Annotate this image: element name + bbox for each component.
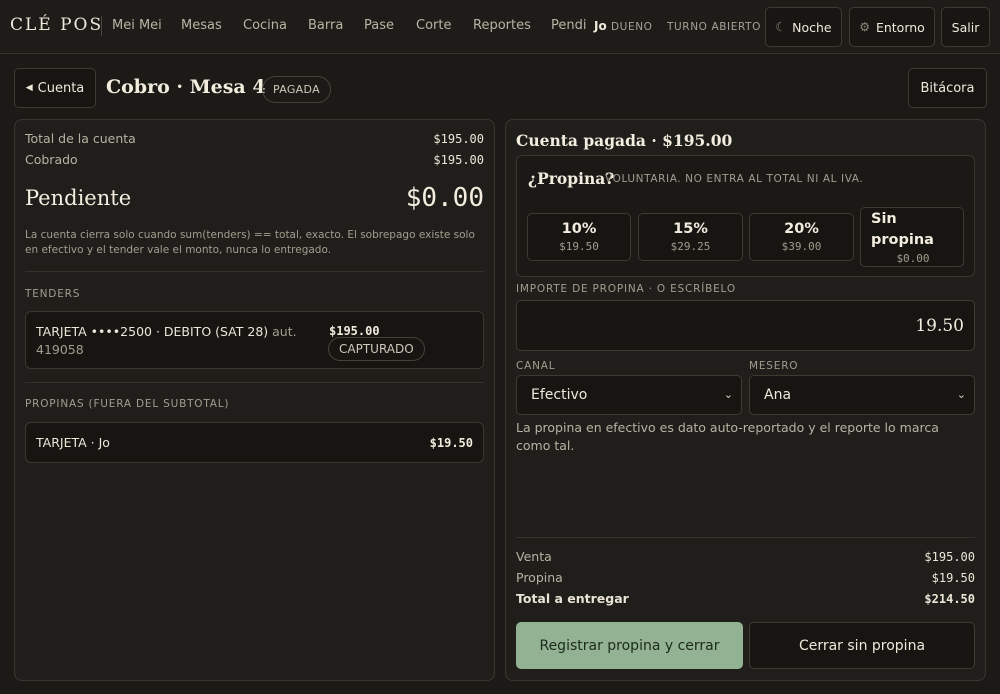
collected-label: Cobrado (25, 152, 78, 167)
tenders-section-label: TENDERS (25, 288, 81, 300)
tip-option-amount: $19.50 (559, 240, 599, 253)
tender-auth-label: aut. (272, 324, 297, 339)
brand-divider (101, 16, 102, 36)
cash-tip-note: La propina en efectivo es dato auto-repo… (516, 420, 939, 453)
tender-row[interactable]: TARJETA ••••2500 · DEBITO (SAT 28) aut. … (25, 311, 484, 369)
top-navigation-bar: CLÉ POS Mei Mei Mesas Cocina Barra Pase … (0, 0, 1000, 54)
tip-option-amount: $0.00 (896, 252, 930, 265)
nav-item-reportes[interactable]: Reportes (473, 18, 531, 33)
deliver-total-label: Total a entregar (516, 591, 629, 606)
log-button[interactable]: Bitácora (908, 68, 987, 108)
tip-question: ¿Propina? (528, 169, 615, 188)
status-badge: PAGADA (262, 76, 331, 103)
nav-item-barra[interactable]: Barra (308, 18, 343, 33)
theme-button-label: Noche (792, 19, 832, 35)
divider (25, 382, 484, 383)
user-name: Jo (594, 19, 607, 33)
tip-15-percent-button[interactable]: 15% $29.25 (638, 213, 743, 261)
page-title: Cobro · Mesa 4 (106, 76, 266, 98)
tip-option-label: Sin propina (871, 211, 934, 248)
environment-button[interactable]: ⚙ Entorno (849, 7, 935, 47)
gear-icon: ⚙ (859, 20, 870, 34)
channel-select[interactable]: Efectivo ⌄ (516, 375, 742, 415)
tender-status-badge: CAPTURADO (328, 337, 425, 361)
total-value: $195.00 (433, 132, 484, 146)
environment-button-label: Entorno (875, 19, 925, 35)
nav-item-pendientes[interactable]: Pendi (551, 18, 587, 33)
tip-summary-label: Propina (516, 570, 563, 585)
deliver-total-value: $214.50 (924, 592, 975, 606)
paid-title: Cuenta pagada · $195.00 (516, 131, 733, 150)
shift-status: TURNO ABIERTO (667, 21, 761, 33)
tip-10-percent-button[interactable]: 10% $19.50 (527, 213, 631, 261)
nav-item-corte[interactable]: Corte (416, 18, 451, 33)
tips-section-label: PROPINAS (FUERA DEL SUBTOTAL) (25, 398, 230, 410)
tender-description: TARJETA ••••2500 · DEBITO (SAT 28) (36, 324, 269, 339)
theme-toggle-button[interactable]: ☾ Noche (765, 7, 842, 47)
total-label: Total de la cuenta (25, 131, 136, 146)
close-rule-note: La cuenta cierra solo cuando sum(tenders… (25, 229, 475, 256)
moon-icon: ☾ (775, 20, 787, 34)
waiter-select-value: Ana (764, 387, 792, 403)
back-to-account-button[interactable]: ◀ Cuenta (14, 68, 96, 108)
close-without-tip-button[interactable]: Cerrar sin propina (749, 622, 975, 669)
back-button-label: Cuenta (37, 80, 85, 96)
no-tip-button[interactable]: Sin propina $0.00 (860, 207, 964, 267)
pending-value: $0.00 (405, 183, 484, 213)
chevron-down-icon: ⌄ (723, 388, 733, 401)
divider (516, 537, 975, 538)
user-role: DUENO (611, 21, 653, 33)
tip-row: TARJETA · Jo $19.50 (25, 422, 484, 463)
nav-item-mei-mei[interactable]: Mei Mei (112, 18, 162, 33)
tip-option-amount: $39.00 (781, 240, 822, 253)
divider (25, 271, 484, 272)
brand-logo: CLÉ POS (10, 15, 104, 35)
nav-item-mesas[interactable]: Mesas (181, 18, 222, 33)
nav-item-pase[interactable]: Pase (364, 18, 394, 33)
tip-amount-input-value: 19.50 (915, 316, 964, 336)
tender-auth-code: 419058 (36, 342, 84, 357)
tender-amount: $195.00 (329, 324, 380, 338)
tip-option-label: 10% (561, 221, 597, 237)
tip-amount-label: IMPORTE DE PROPINA · O ESCRÍBELO (516, 283, 736, 295)
sale-label: Venta (516, 549, 552, 564)
tip-option-label: 15% (673, 221, 708, 237)
tip-20-percent-button[interactable]: 20% $39.00 (749, 213, 854, 261)
logout-button[interactable]: Salir (941, 7, 990, 47)
tip-option-amount: $29.25 (670, 240, 711, 253)
tip-option-label: 20% (784, 221, 819, 237)
register-tip-and-close-button[interactable]: Registrar propina y cerrar (516, 622, 743, 669)
channel-select-value: Efectivo (531, 387, 588, 403)
tip-description: TARJETA · Jo (36, 435, 110, 450)
waiter-label: MESERO (749, 360, 799, 372)
waiter-select[interactable]: Ana ⌄ (749, 375, 975, 415)
pending-label: Pendiente (25, 186, 132, 210)
nav-item-cocina[interactable]: Cocina (243, 18, 287, 33)
channel-label: CANAL (516, 360, 556, 372)
tip-summary-value: $19.50 (931, 571, 975, 585)
tip-amount-input[interactable]: 19.50 (516, 300, 975, 351)
chevron-down-icon: ⌄ (956, 388, 966, 401)
tip-hint: VOLUNTARIA. NO ENTRA AL TOTAL NI AL IVA. (605, 173, 864, 185)
caret-left-icon: ◀ (25, 83, 33, 93)
collected-value: $195.00 (433, 153, 484, 167)
sale-value: $195.00 (924, 550, 975, 564)
tip-amount: $19.50 (429, 436, 473, 450)
